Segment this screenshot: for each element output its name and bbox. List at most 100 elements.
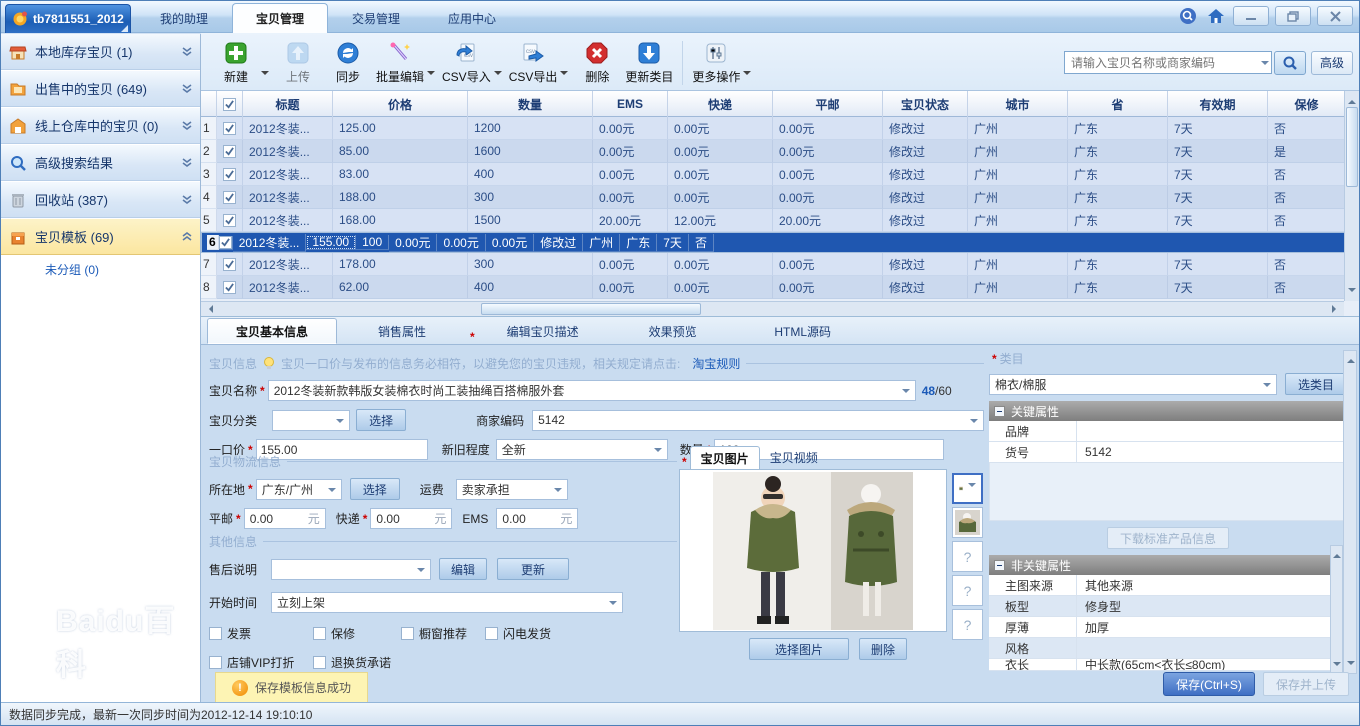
attribute-row[interactable]: 货号 5142 (989, 442, 1347, 463)
home-icon[interactable] (1205, 5, 1227, 27)
choose-image-button[interactable]: 选择图片 (749, 638, 849, 660)
key-attributes-header[interactable]: 关键属性 (989, 401, 1347, 421)
delete-button[interactable]: 删除 (572, 38, 622, 88)
table-horizontal-scrollbar[interactable] (201, 301, 1344, 316)
column-header-express[interactable]: 快递 (668, 91, 773, 117)
column-header-title[interactable]: 标题 (243, 91, 333, 117)
column-header-price[interactable]: 价格 (333, 91, 468, 117)
new-dropdown-arrow[interactable] (261, 71, 269, 79)
search-input[interactable] (1064, 51, 1272, 74)
tab-preview[interactable]: 效果预览 (608, 318, 738, 344)
more-actions-dropdown-arrow[interactable] (743, 71, 751, 79)
sidebar-item-online-warehouse[interactable]: 线上仓库中的宝贝 (0) (1, 108, 200, 144)
thumbnail-placeholder[interactable]: ? (952, 609, 983, 640)
invoice-checkbox[interactable] (209, 627, 222, 640)
tab-html-source[interactable]: HTML源码 (738, 318, 868, 344)
update-button[interactable]: 更新 (497, 558, 569, 580)
column-header-qty[interactable]: 数量 (468, 91, 593, 117)
panel-scrollbar[interactable] (1343, 350, 1357, 674)
row-checkbox[interactable] (217, 186, 243, 209)
minimize-button[interactable] (1233, 6, 1269, 26)
table-row[interactable]: 5 2012冬装... 168.00 1500 20.00元 12.00元 20… (201, 209, 1359, 232)
sidebar-item-local-inventory[interactable]: 本地库存宝贝 (1) (1, 34, 200, 70)
scroll-up-arrow[interactable] (1347, 355, 1355, 363)
scroll-thumb[interactable] (1346, 107, 1358, 187)
window-recommend-checkbox[interactable] (401, 627, 414, 640)
csv-import-dropdown-arrow[interactable] (494, 71, 502, 79)
category-select[interactable]: 棉衣/棉服 (989, 374, 1277, 395)
thumbnail-placeholder[interactable]: ? (952, 541, 983, 572)
thumbnail-1[interactable] (952, 473, 983, 504)
ems-price-input[interactable]: 元 (496, 508, 578, 529)
row-checkbox[interactable] (217, 209, 243, 232)
mail-price-field[interactable] (250, 512, 308, 526)
table-row[interactable]: 6 2012冬装... 155.00 100 0.00元 0.00元 0.00元… (201, 232, 1359, 253)
row-checkbox[interactable] (219, 236, 233, 250)
item-name-input[interactable]: 2012冬装新款韩版女装棉衣时尚工装抽绳百搭棉服外套 (268, 380, 916, 401)
collapse-icon[interactable] (994, 406, 1005, 417)
scroll-down-arrow[interactable] (1347, 661, 1355, 669)
attributes-scrollbar[interactable] (1330, 545, 1343, 675)
row-checkbox[interactable] (217, 117, 243, 140)
account-tab[interactable]: tb7811551_2012 (5, 4, 131, 33)
product-image-preview[interactable] (679, 469, 947, 632)
scroll-up-arrow[interactable] (1348, 96, 1356, 104)
attribute-row[interactable]: 风格 (989, 638, 1347, 659)
sidebar-item-on-sale[interactable]: 出售中的宝贝 (649) (1, 71, 200, 107)
row-checkbox[interactable] (217, 276, 243, 299)
shop-vip-discount-checkbox[interactable] (209, 656, 222, 669)
location-select[interactable]: 广东/广州 (256, 479, 342, 500)
column-header-province[interactable]: 省 (1068, 91, 1168, 117)
column-header-warranty[interactable]: 保修 (1268, 91, 1346, 117)
close-button[interactable] (1317, 6, 1353, 26)
collapse-icon[interactable] (994, 560, 1005, 571)
table-row[interactable]: 3 2012冬装... 83.00 400 0.00元 0.00元 0.00元 … (201, 163, 1359, 186)
help-icon[interactable] (1177, 5, 1199, 27)
tab-sale-attributes[interactable]: 销售属性 (337, 318, 467, 344)
batch-edit-button[interactable]: 批量编辑 (373, 38, 427, 88)
freight-select[interactable]: 卖家承担 (456, 479, 568, 500)
attribute-row[interactable]: 品牌 (989, 421, 1347, 442)
taobao-rules-link[interactable]: 淘宝规则 (692, 355, 740, 372)
column-header-city[interactable]: 城市 (968, 91, 1068, 117)
choose-category-button[interactable]: 选类目 (1285, 373, 1347, 395)
tab-item-video[interactable]: 宝贝视频 (760, 446, 828, 469)
update-category-button[interactable]: 更新类目 (622, 38, 676, 88)
table-row[interactable]: 7 2012冬装... 178.00 300 0.00元 0.00元 0.00元… (201, 253, 1359, 276)
thumbnail-2[interactable] (952, 507, 983, 538)
csv-import-button[interactable]: csv CSV导入 (439, 38, 494, 88)
category-choose-button[interactable]: 选择 (356, 409, 406, 431)
attribute-row[interactable]: 衣长 中长款(65cm<衣长≤80cm) (989, 659, 1347, 671)
tab-item-image[interactable]: 宝贝图片 (690, 446, 760, 469)
scroll-right-arrow[interactable] (1332, 305, 1340, 313)
table-row[interactable]: 8 2012冬装... 62.00 400 0.00元 0.00元 0.00元 … (201, 276, 1359, 299)
tab-basic-info[interactable]: 宝贝基本信息 (207, 318, 337, 344)
attribute-row[interactable]: 厚薄 加厚 (989, 617, 1347, 638)
tab-edit-description[interactable]: 编辑宝贝描述 (478, 318, 608, 344)
more-actions-button[interactable]: 更多操作 (689, 38, 743, 88)
ems-price-field[interactable] (502, 512, 560, 526)
delete-image-button[interactable]: 删除 (859, 638, 907, 660)
thumbnail-placeholder[interactable]: ? (952, 575, 983, 606)
save-button[interactable]: 保存(Ctrl+S) (1163, 672, 1255, 696)
new-button[interactable]: 新建 (211, 38, 261, 88)
advanced-search-button[interactable]: 高级 (1311, 51, 1353, 75)
attribute-row[interactable]: 板型 修身型 (989, 596, 1347, 617)
sidebar-item-recycle-bin[interactable]: 回收站 (387) (1, 182, 200, 218)
batch-edit-dropdown-arrow[interactable] (427, 71, 435, 79)
aftersale-select[interactable] (271, 559, 431, 580)
mail-price-input[interactable]: 元 (244, 508, 326, 529)
tab-my-assistant[interactable]: 我的助理 (136, 3, 232, 33)
lightning-ship-checkbox[interactable] (485, 627, 498, 640)
table-row[interactable]: 2 2012冬装... 85.00 1600 0.00元 0.00元 0.00元… (201, 140, 1359, 163)
search-dropdown-arrow[interactable] (1261, 61, 1269, 69)
column-header-ems[interactable]: EMS (593, 91, 668, 117)
csv-export-dropdown-arrow[interactable] (560, 71, 568, 79)
table-row[interactable]: 4 2012冬装... 188.00 300 0.00元 0.00元 0.00元… (201, 186, 1359, 209)
row-checkbox[interactable] (217, 253, 243, 276)
nonkey-attributes-header[interactable]: 非关键属性 (989, 555, 1347, 575)
start-time-select[interactable]: 立刻上架 (271, 592, 623, 613)
select-all-checkbox[interactable] (217, 91, 243, 117)
sync-button[interactable]: 同步 (323, 38, 373, 88)
column-header-mail[interactable]: 平邮 (773, 91, 883, 117)
